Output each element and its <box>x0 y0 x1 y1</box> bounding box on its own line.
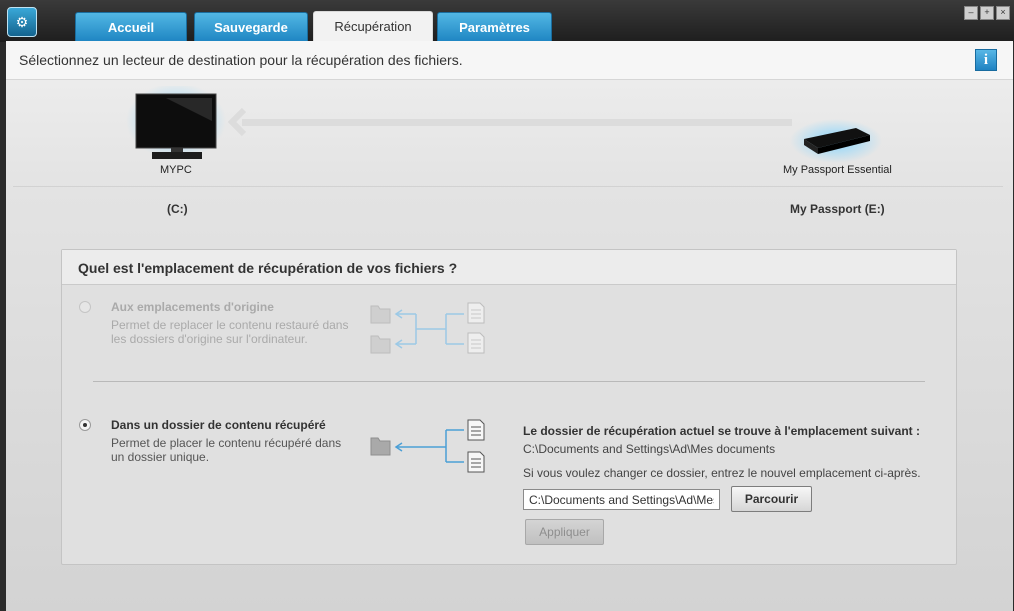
current-folder-label: Le dossier de récupération actuel se tro… <box>523 424 920 438</box>
computer-monitor-icon[interactable] <box>126 86 226 166</box>
recovery-location-panel: Quel est l'emplacement de récupération d… <box>61 249 957 565</box>
option-folder-desc-line1: Permet de placer le contenu récupéré dan… <box>111 436 342 450</box>
info-icon[interactable]: i <box>975 49 997 71</box>
browse-button[interactable]: Parcourir <box>731 486 812 512</box>
computer-name: MYPC <box>160 164 192 176</box>
radio-original-locations[interactable] <box>79 301 91 313</box>
maximize-icon[interactable]: + <box>980 6 994 20</box>
folder-path-input[interactable] <box>523 489 720 510</box>
instruction-bar: Sélectionnez un lecteur de destination p… <box>6 41 1013 80</box>
change-folder-hint: Si vous voulez changer ce dossier, entre… <box>523 466 921 480</box>
radio-selected-dot <box>83 423 87 427</box>
option-folder-desc-line2: un dossier unique. <box>111 450 210 464</box>
apply-button[interactable]: Appliquer <box>525 519 604 545</box>
tab-parametres[interactable]: Paramètres <box>437 12 552 41</box>
recovery-page: Sélectionnez un lecteur de destination p… <box>6 41 1013 611</box>
original-locations-diagram-icon <box>370 302 485 354</box>
title-bar: ⚙ Accueil Sauvegarde Récupération Paramè… <box>0 0 1014 42</box>
single-folder-diagram-icon <box>370 419 485 473</box>
radio-recovered-folder[interactable] <box>79 419 91 431</box>
option-original-desc-line2: les dossiers d'origine sur l'ordinateur. <box>111 332 308 346</box>
tab-sauvegarde[interactable]: Sauvegarde <box>194 12 308 41</box>
current-folder-path: C:\Documents and Settings\Ad\Mes documen… <box>523 442 776 456</box>
panel-header: Quel est l'emplacement de récupération d… <box>62 250 956 285</box>
transfer-arrow-icon <box>228 107 792 137</box>
panel-title: Quel est l'emplacement de récupération d… <box>78 260 458 276</box>
tab-accueil[interactable]: Accueil <box>75 12 187 41</box>
options-divider <box>93 381 925 382</box>
external-drive-letter: My Passport (E:) <box>790 202 885 216</box>
option-original-title: Aux emplacements d'origine <box>111 300 274 314</box>
close-icon[interactable]: × <box>996 6 1010 20</box>
instruction-text: Sélectionnez un lecteur de destination p… <box>19 52 463 68</box>
app-logo-icon[interactable]: ⚙ <box>7 7 37 37</box>
tab-recuperation[interactable]: Récupération <box>313 11 433 42</box>
option-folder-title: Dans un dossier de contenu récupéré <box>111 418 326 432</box>
computer-drive-letter: (C:) <box>167 202 188 216</box>
option-original-desc-line1: Permet de replacer le contenu restauré d… <box>111 318 349 332</box>
minimize-icon[interactable]: – <box>964 6 978 20</box>
device-separator <box>13 186 1003 187</box>
external-drive-icon[interactable] <box>790 119 882 163</box>
external-drive-name: My Passport Essential <box>783 164 892 176</box>
